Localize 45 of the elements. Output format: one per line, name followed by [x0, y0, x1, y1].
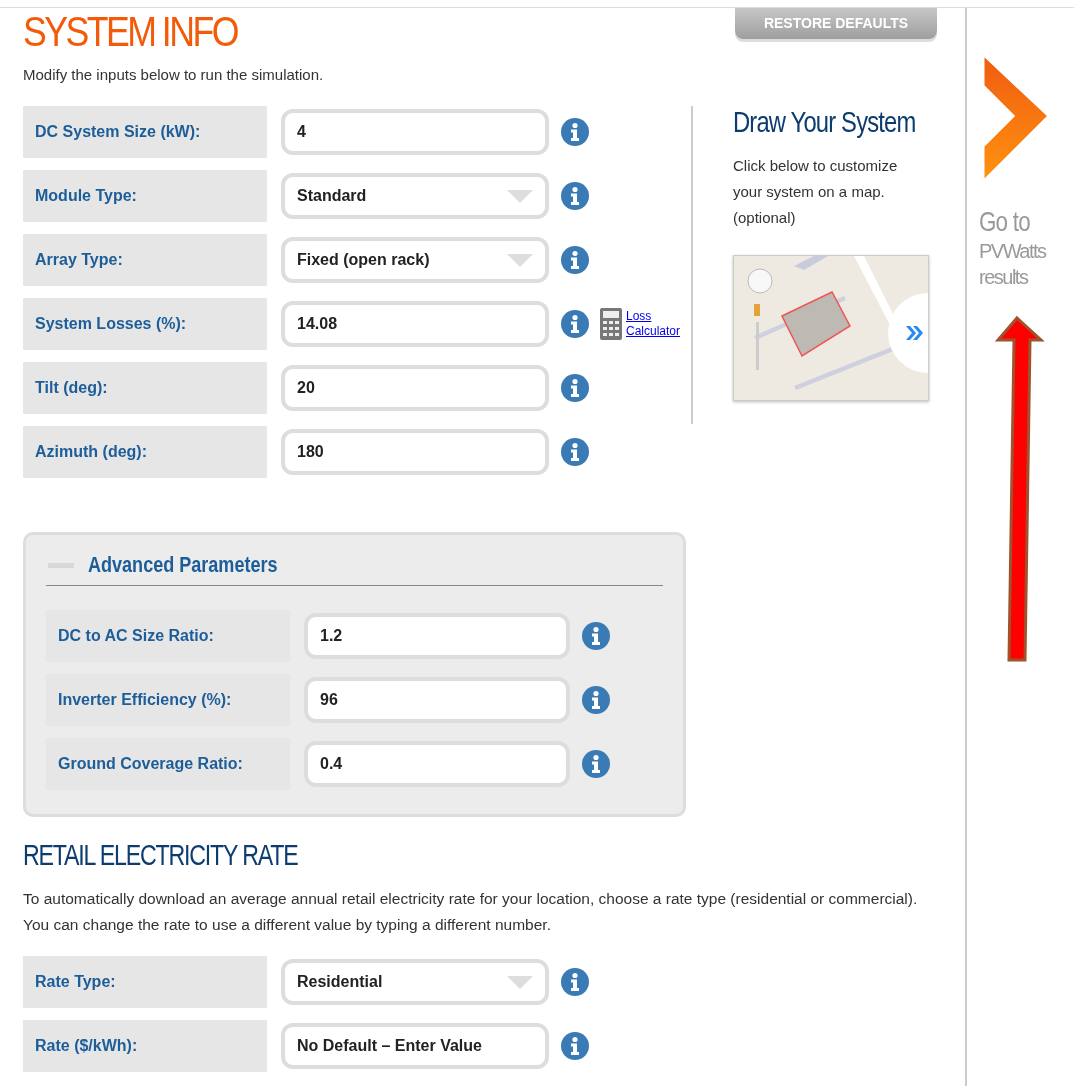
section-title: RETAIL ELECTRICITY RATE: [23, 839, 299, 872]
intro-text: Modify the inputs below to run the simulation.: [23, 66, 325, 83]
dropdown[interactable]: Residential: [281, 959, 549, 1005]
info-icon[interactable]: [561, 968, 589, 996]
field-label: DC System Size (kW):: [23, 106, 267, 158]
field-label: Rate ($/kWh):: [23, 1020, 267, 1072]
field-label: Rate Type:: [23, 956, 267, 1008]
field-label: Ground Coverage Ratio:: [46, 738, 290, 790]
info-icon[interactable]: [561, 438, 589, 466]
field-label: Tilt (deg):: [23, 362, 267, 414]
info-icon[interactable]: [561, 182, 589, 210]
info-icon[interactable]: [582, 622, 610, 650]
caret-icon: [507, 189, 533, 203]
info-icon[interactable]: [561, 246, 589, 274]
loss-calculator-link[interactable]: Loss Calculator: [626, 309, 686, 339]
input-field[interactable]: 0.4: [304, 741, 570, 787]
field-label: Inverter Efficiency (%):: [46, 674, 290, 726]
dropdown[interactable]: Fixed (open rack): [281, 237, 549, 283]
draw-text: Click below to customize your system on a map. (optional): [733, 156, 899, 228]
input-field[interactable]: 4: [281, 109, 549, 155]
draw-title: Draw Your System: [733, 106, 916, 139]
section-text: To automatically download an average annual retail electricity rate for your location, choose a rate type (residential or commercial). You can change the rate to use a different value by typing a different number.: [23, 889, 919, 935]
input-field[interactable]: No Default – Enter Value: [281, 1023, 549, 1069]
field-label: System Losses (%):: [23, 298, 267, 350]
input-field[interactable]: 1.2: [304, 613, 570, 659]
info-icon[interactable]: [582, 686, 610, 714]
input-field[interactable]: 14.08: [281, 301, 549, 347]
info-icon[interactable]: [582, 750, 610, 778]
caret-icon: [507, 975, 533, 989]
input-field[interactable]: 96: [304, 677, 570, 723]
field-label: Array Type:: [23, 234, 267, 286]
info-icon[interactable]: [561, 118, 589, 146]
field-label: DC to AC Size Ratio:: [46, 610, 290, 662]
info-icon[interactable]: [561, 1032, 589, 1060]
page-title: SYSTEM INFO: [23, 10, 237, 54]
info-icon[interactable]: [561, 310, 589, 338]
field-label: Azimuth (deg):: [23, 426, 267, 478]
input-field[interactable]: 20: [281, 365, 549, 411]
dropdown[interactable]: Standard: [281, 173, 549, 219]
info-icon[interactable]: [561, 374, 589, 402]
advanced-title[interactable]: Advanced Parameters: [88, 552, 278, 578]
field-label: Module Type:: [23, 170, 267, 222]
calculator-icon[interactable]: [600, 308, 622, 340]
input-field[interactable]: 180: [281, 429, 549, 475]
caret-icon: [507, 253, 533, 267]
